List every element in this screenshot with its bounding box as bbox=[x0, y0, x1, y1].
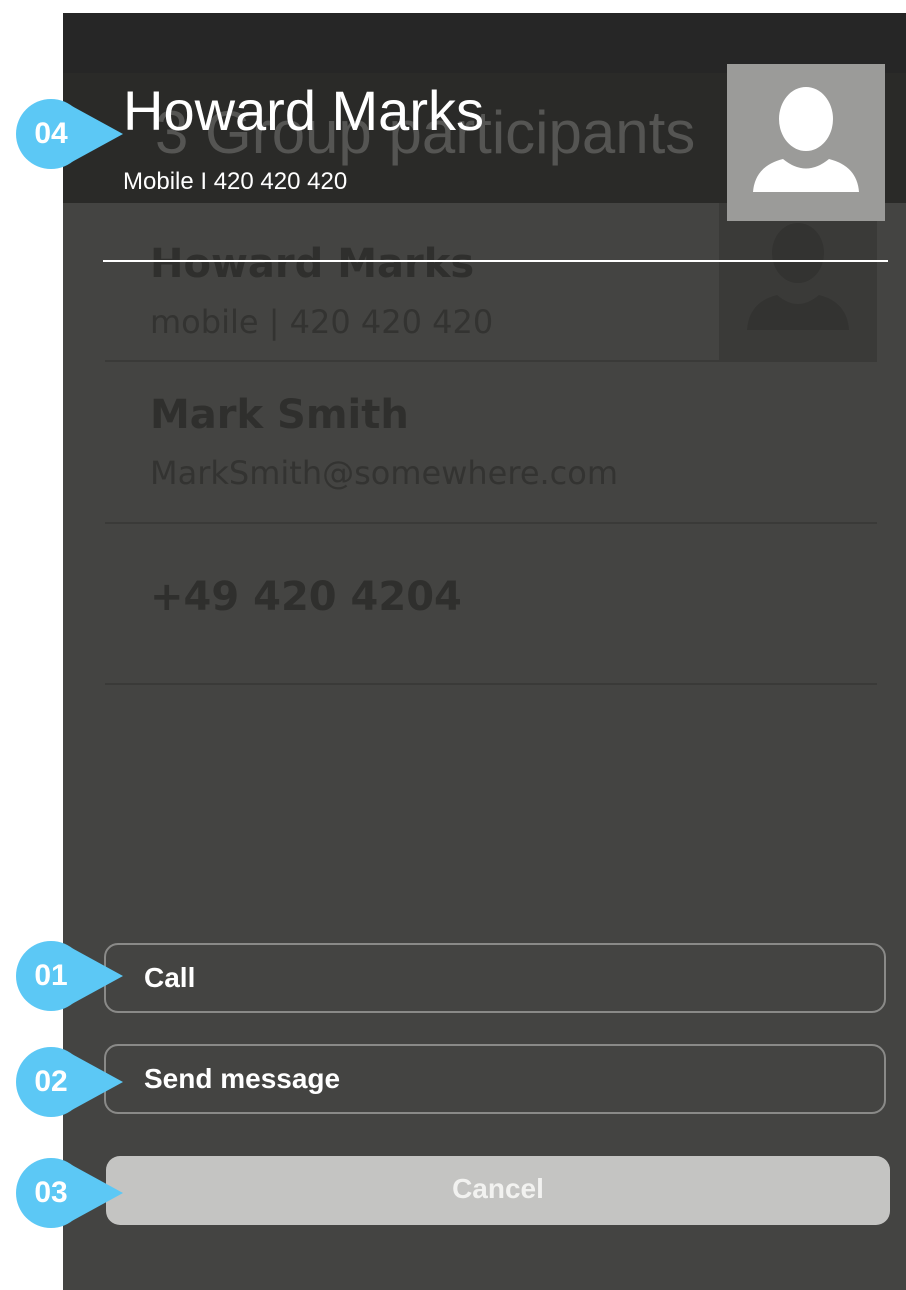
participants-list: Howard Marks mobile | 420 420 420 Mark S… bbox=[105, 203, 877, 685]
send-message-button-label: Send message bbox=[144, 1063, 341, 1094]
participant-detail: MarkSmith@somewhere.com bbox=[150, 454, 619, 492]
send-message-button[interactable]: Send message bbox=[104, 1044, 886, 1114]
call-button-label: Call bbox=[144, 962, 196, 993]
annotation-03: 03 bbox=[15, 1158, 125, 1228]
annotation-02: 02 bbox=[15, 1047, 125, 1117]
cancel-button-label: Cancel bbox=[452, 1173, 544, 1204]
header-divider bbox=[103, 260, 888, 262]
list-item: Howard Marks mobile | 420 420 420 bbox=[105, 203, 877, 362]
list-item: Mark Smith MarkSmith@somewhere.com bbox=[105, 362, 877, 524]
annotation-label: 02 bbox=[34, 1065, 68, 1098]
contact-detail: Mobile I 420 420 420 bbox=[123, 168, 348, 195]
participant-avatar bbox=[719, 203, 877, 360]
annotation-01: 01 bbox=[15, 941, 125, 1011]
cancel-button[interactable]: Cancel bbox=[106, 1156, 890, 1225]
call-button[interactable]: Call bbox=[104, 943, 886, 1013]
annotation-label: 03 bbox=[34, 1176, 68, 1209]
participant-detail: mobile | 420 420 420 bbox=[150, 303, 494, 341]
person-silhouette-icon bbox=[747, 223, 849, 330]
list-item: +49 420 4204 bbox=[105, 524, 877, 685]
person-silhouette-icon bbox=[753, 87, 859, 192]
contact-name: Howard Marks bbox=[123, 79, 484, 142]
avatar bbox=[727, 64, 885, 221]
annotation-label: 01 bbox=[34, 959, 68, 992]
participant-name: +49 420 4204 bbox=[150, 574, 462, 620]
participant-name: Howard Marks bbox=[150, 241, 475, 287]
annotation-04: 04 bbox=[15, 99, 125, 169]
participant-name: Mark Smith bbox=[150, 392, 409, 438]
annotation-label: 04 bbox=[34, 117, 68, 150]
